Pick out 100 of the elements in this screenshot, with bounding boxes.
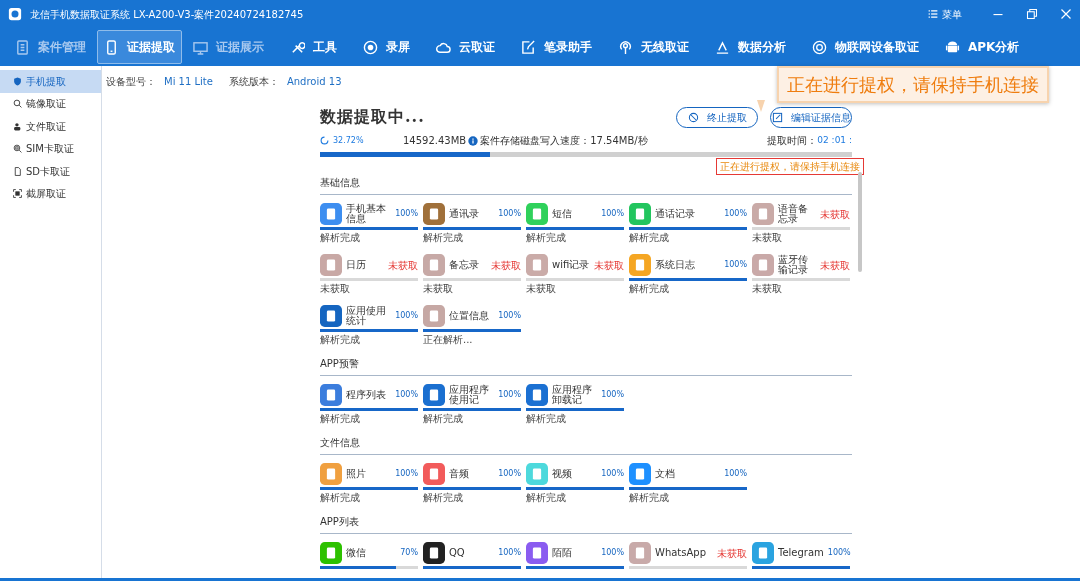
data-size: 14592.43MB (403, 134, 467, 148)
item-name: 备忘录 (449, 259, 480, 271)
section-heading: 文件信息 (320, 435, 852, 455)
card-icon (13, 166, 22, 176)
nav-tab[interactable]: 物联网设备取证 (805, 30, 926, 64)
item-percent: 100% (498, 389, 521, 401)
callout-tooltip: 正在进行提权，请保持手机连接 (777, 66, 1049, 103)
info-icon (468, 135, 479, 146)
pen-icon (521, 39, 536, 55)
list-icon (928, 9, 938, 19)
item-percent: 100% (724, 208, 747, 220)
stop-icon (687, 111, 699, 123)
item-status: 解析完成 (423, 413, 464, 425)
sidebar-item[interactable]: 文件取证 (0, 115, 101, 138)
nav-tab[interactable]: 数据分析 (708, 30, 793, 64)
item-percent: 70% (400, 547, 418, 559)
item-status: 解析完成 (423, 492, 464, 504)
item-status: 解析完成 (629, 232, 670, 244)
magnifier-icon (13, 144, 22, 154)
item-status: 未获取 (526, 283, 557, 295)
progress-percent: 32.72% (333, 134, 365, 147)
nav-tab[interactable]: 工具 (283, 30, 344, 64)
sidebar-item[interactable]: 手机提取 (0, 70, 101, 93)
restore-button[interactable] (1026, 8, 1038, 20)
ring-icon (812, 39, 827, 55)
item-percent: 100% (601, 468, 624, 480)
section-heading: APP列表 (320, 514, 852, 534)
section-heading: 基础信息 (320, 175, 852, 195)
item-status: 解析完成 (526, 232, 567, 244)
item-status: 解析完成 (320, 232, 361, 244)
nav-tab[interactable]: APK分析 (938, 30, 1027, 64)
item-name: 蓝牙传输记录 (778, 254, 809, 276)
sidebar-item[interactable]: SD卡取证 (0, 160, 101, 183)
search-icon (13, 99, 22, 109)
item-name: 日历 (346, 259, 367, 271)
item-status: 解析完成 (526, 492, 567, 504)
item-name: QQ (449, 547, 466, 559)
item-name: 系统日志 (655, 259, 696, 271)
item-name: 通话记录 (655, 208, 696, 220)
scrollbar-thumb[interactable] (858, 172, 862, 272)
item-percent: 100% (601, 389, 624, 401)
item-name: 手机基本信息 (346, 203, 387, 225)
edit-button[interactable]: 编辑证据信息 (770, 106, 852, 128)
item-name: Telegram (778, 547, 824, 559)
nav-tab[interactable]: 无线取证 (611, 30, 696, 64)
item-status: 未获取 (320, 283, 351, 295)
item-name: 语音备忘录 (778, 203, 809, 225)
item-percent: 100% (601, 547, 624, 559)
screenshot-icon (13, 189, 22, 199)
item-percent: 100% (498, 208, 521, 220)
item-percent: 100% (601, 208, 624, 220)
sidebar-item[interactable]: SIM卡取证 (0, 137, 101, 160)
time-value: 02 :01 : (817, 133, 852, 147)
item-percent: 100% (724, 468, 747, 480)
warning-notice: 正在进行提权，请保持手机连接 (716, 158, 864, 175)
item-percent: 100% (724, 259, 747, 271)
item-name: wifi记录 (552, 259, 590, 271)
item-percent: 100% (827, 547, 851, 559)
item-name: 陌陌 (552, 547, 573, 559)
edit-icon (771, 111, 783, 123)
item-name: 应用程序卸载记 (552, 384, 593, 406)
item-status: 未获取 (752, 232, 783, 244)
item-name: 视频 (552, 468, 573, 480)
write-speed: 案件存储磁盘写入速度：17.54MB/秒 (480, 134, 649, 148)
status-heading: 数据提取中... (320, 106, 425, 128)
close-button[interactable] (1060, 8, 1072, 20)
item-percent: 未获取 (388, 258, 418, 273)
sidebar-item[interactable]: 镜像取证 (0, 92, 101, 115)
nav-tab[interactable]: 笔录助手 (514, 30, 599, 64)
callout-pointer (757, 100, 765, 112)
loading-icon (320, 136, 329, 145)
nav-tab[interactable]: 证据提取 (97, 30, 182, 64)
person-icon (13, 121, 22, 131)
item-percent: 100% (498, 310, 521, 322)
nav-tab[interactable]: 云取证 (429, 30, 502, 64)
item-percent: 未获取 (491, 258, 521, 273)
time-label: 提取时间： (767, 134, 818, 148)
item-status: 解析完成 (629, 492, 670, 504)
item-status: 解析完成 (320, 334, 361, 346)
item-percent: 未获取 (820, 207, 850, 222)
item-status: 正在解析... (423, 334, 474, 346)
document-icon (15, 39, 30, 55)
item-percent: 100% (395, 310, 418, 322)
tools-icon (290, 39, 305, 55)
item-percent: 100% (498, 468, 521, 480)
item-name: 位置信息 (449, 310, 490, 322)
item-name: WhatsApp (655, 547, 708, 559)
phone-icon (104, 39, 119, 55)
item-name: 应用使用统计 (346, 305, 387, 327)
stop-button[interactable]: 终止提取 (676, 106, 758, 128)
item-name: 短信 (552, 208, 573, 220)
menu-button[interactable]: 菜单 (928, 6, 962, 22)
item-percent: 未获取 (717, 546, 747, 561)
item-name: 应用程序使用记 (449, 384, 490, 406)
sidebar-item[interactable]: 截屏取证 (0, 182, 101, 205)
item-percent: 未获取 (820, 258, 850, 273)
device-model-label: 设备型号： (106, 75, 156, 89)
app-logo-icon (8, 7, 22, 21)
nav-tab[interactable]: 录屏 (356, 30, 417, 64)
monitor-icon (193, 39, 208, 55)
